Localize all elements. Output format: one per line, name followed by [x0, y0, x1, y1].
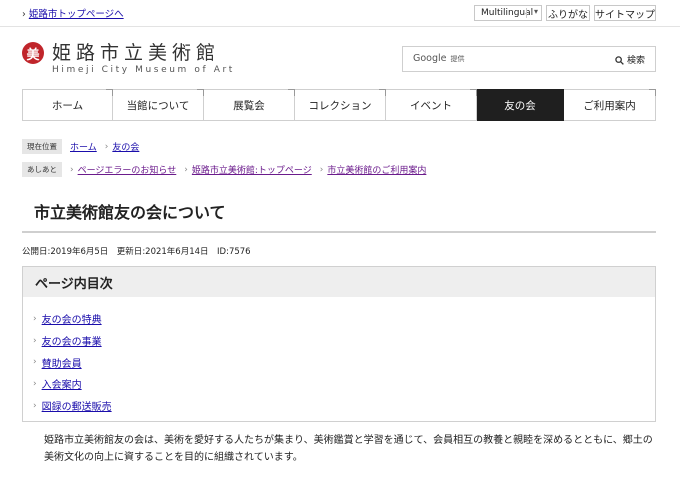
toc-link-activities[interactable]: 友の会の事業	[42, 333, 102, 348]
toc-item: › 友の会の特典	[33, 308, 655, 330]
toc-list: › 友の会の特典 › 友の会の事業 › 賛助会員 › 入会案内 › 図録の郵送販売	[23, 297, 655, 416]
history-item-top[interactable]: 姫路市立美術館:トップページ	[192, 163, 312, 176]
chevron-right-icon: ›	[319, 164, 324, 175]
google-brand-suffix: 提供	[450, 55, 465, 63]
breadcrumb: 現在位置 ホーム › 友の会	[22, 139, 143, 154]
toc-link-benefits[interactable]: 友の会の特典	[42, 311, 102, 326]
nav-corner	[106, 89, 113, 96]
intro-paragraph: 姫路市立美術館友の会は、美術を愛好する人たちが集まり、美術鑑賞と学習を通じて、会…	[44, 435, 653, 463]
table-of-contents: ページ内目次 › 友の会の特典 › 友の会の事業 › 賛助会員 › 入会案内 › 図録の郵…	[22, 266, 656, 422]
chevron-right-icon: ›	[33, 313, 37, 324]
page-meta: 公開日:2019年6月5日 更新日:2021年6月14日 ID:7576	[22, 247, 251, 257]
google-brand: Google	[413, 53, 447, 64]
furigana-button[interactable]: ふりがな	[546, 5, 590, 21]
chevron-right-icon: ›	[33, 378, 37, 389]
history-item-guide[interactable]: 市立美術館のご利用案内	[327, 163, 426, 176]
chevron-right-icon: ›	[33, 357, 37, 368]
nav-corner	[379, 89, 386, 96]
nav-about-label: 当館について	[126, 99, 190, 112]
toc-heading: ページ内目次	[23, 267, 655, 297]
nav-exhibitions[interactable]: 展覧会	[204, 89, 295, 121]
title-divider	[22, 231, 656, 233]
nav-guide-label: ご利用案内	[583, 99, 636, 112]
chevron-right-icon: ›	[184, 164, 188, 175]
chevron-right-icon: ›	[33, 335, 37, 346]
utility-bar: › 姫路市トップページへ Multilingual ▾ ふりがな サイトマップ	[0, 0, 680, 27]
nav-collection[interactable]: コレクション	[295, 89, 386, 121]
nav-corner	[649, 89, 656, 96]
museum-logo-icon[interactable]: 美	[22, 42, 44, 64]
nav-corner	[288, 89, 295, 96]
nav-corner	[197, 89, 204, 96]
nav-exhibitions-label: 展覧会	[233, 99, 265, 112]
history-item-error[interactable]: ページエラーのお知らせ	[78, 163, 177, 176]
search-provider: Google 提供	[413, 53, 465, 64]
nav-friends[interactable]: 友の会	[477, 89, 564, 121]
search-box[interactable]: Google 提供 検索	[402, 46, 656, 72]
toc-link-join[interactable]: 入会案内	[42, 376, 82, 391]
chevron-right-icon: ›	[22, 9, 26, 20]
nav-events[interactable]: イベント	[386, 89, 477, 121]
toc-item: › 友の会の事業	[33, 330, 655, 352]
multilingual-select[interactable]: Multilingual ▾	[474, 5, 542, 21]
toc-item: › 図録の郵送販売	[33, 395, 655, 417]
breadcrumb-home[interactable]: ホーム	[70, 140, 97, 153]
global-nav: ホーム 当館について 展覧会 コレクション イベント 友の会 ご利用案内	[22, 89, 656, 121]
toc-link-catalog[interactable]: 図録の郵送販売	[42, 398, 112, 413]
nav-events-label: イベント	[410, 99, 452, 112]
chevron-right-icon: ›	[70, 164, 74, 175]
toc-item: › 入会案内	[33, 373, 655, 395]
select-divider	[526, 8, 527, 18]
nav-corner	[470, 89, 477, 96]
nav-guide[interactable]: ご利用案内	[564, 89, 656, 121]
nav-home[interactable]: ホーム	[22, 89, 113, 121]
breadcrumb-tag: 現在位置	[22, 139, 62, 154]
chevron-down-icon: ▾	[533, 7, 538, 16]
history-tag: あしあと	[22, 162, 62, 177]
site-title[interactable]: 姫路市立美術館	[52, 38, 220, 65]
site-subtitle: Himeji City Museum of Art	[52, 65, 235, 75]
nav-home-label: ホーム	[51, 99, 84, 112]
page-title: 市立美術館友の会について	[34, 203, 226, 222]
search-button-label: 検索	[626, 56, 645, 66]
sitemap-button[interactable]: サイトマップ	[594, 5, 656, 21]
breadcrumb-friends[interactable]: 友の会	[112, 140, 139, 153]
nav-friends-label: 友の会	[504, 99, 536, 112]
history-trail: あしあと › ページエラーのお知らせ › 姫路市立美術館:トップページ › 市立…	[22, 162, 430, 177]
toc-link-supporting[interactable]: 賛助会員	[42, 355, 82, 370]
chevron-right-icon: ›	[33, 400, 37, 411]
toc-item: › 賛助会員	[33, 351, 655, 373]
chevron-right-icon: ›	[104, 141, 109, 152]
nav-about[interactable]: 当館について	[113, 89, 204, 121]
nav-collection-label: コレクション	[308, 99, 372, 112]
search-icon	[615, 56, 624, 65]
city-top-link-label: 姫路市トップページへ	[28, 9, 124, 20]
city-top-link[interactable]: › 姫路市トップページへ	[22, 6, 124, 20]
search-button[interactable]: 検索	[615, 53, 645, 66]
